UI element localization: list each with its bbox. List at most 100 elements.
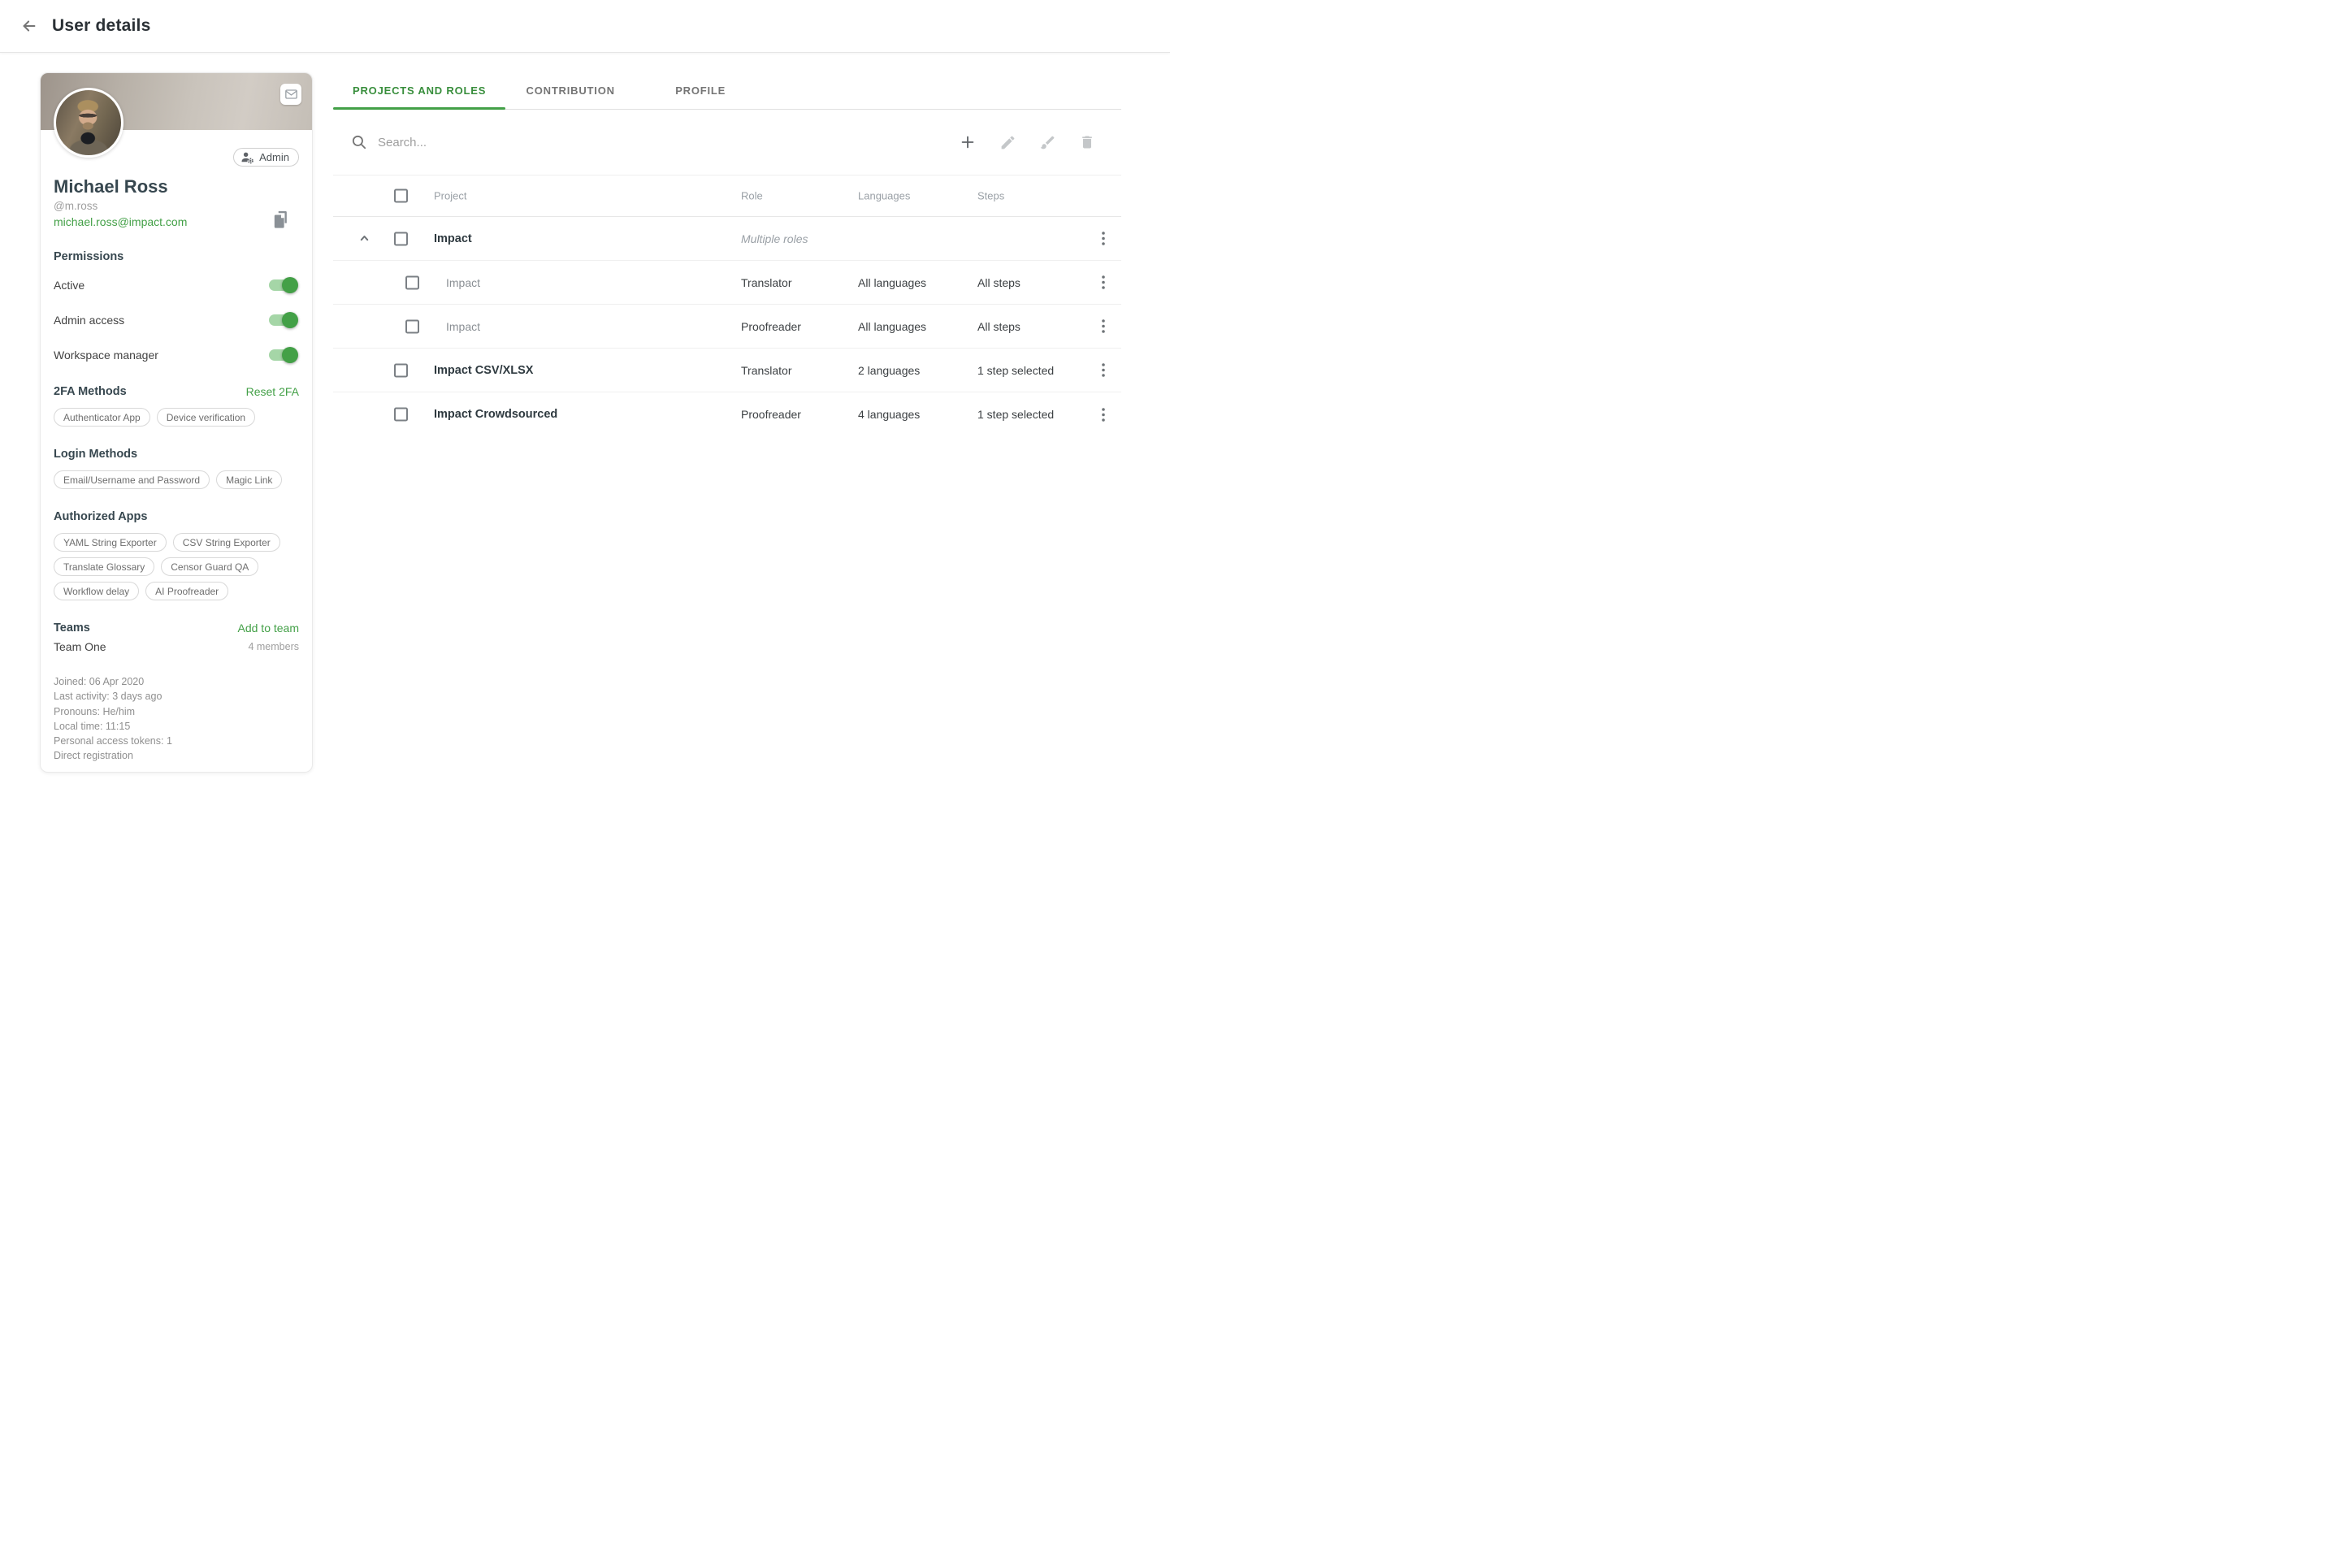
- workspace-manager-toggle[interactable]: [269, 349, 297, 361]
- collapse-row-button[interactable]: [355, 230, 373, 248]
- user-email-link[interactable]: michael.ross@impact.com: [54, 215, 187, 228]
- languages-value: 4 languages: [858, 408, 920, 421]
- copy-email-button[interactable]: [271, 210, 290, 229]
- table-row-impact-csv-xlsx: Impact CSV/XLSX Translator 2 languages 1…: [333, 349, 1121, 392]
- admin-badge-label: Admin: [259, 151, 289, 163]
- languages-value: All languages: [858, 320, 926, 333]
- column-header-steps: Steps: [977, 190, 1004, 202]
- copy-icon: [273, 210, 288, 228]
- teams-heading: Teams: [54, 622, 90, 635]
- table-row-group-impact: Impact Multiple roles: [333, 217, 1121, 261]
- steps-value: 1 step selected: [977, 364, 1054, 377]
- arrow-left-icon: [20, 17, 38, 35]
- table-header-row: Project Role Languages Steps: [333, 175, 1121, 217]
- permission-label: Workspace manager: [54, 349, 158, 362]
- authorized-app-chip: AI Proofreader: [145, 582, 228, 600]
- steps-value: All steps: [977, 276, 1020, 289]
- tab-contribution[interactable]: CONTRIBUTION: [505, 72, 635, 109]
- role-value: Multiple roles: [741, 232, 808, 245]
- twofa-method-chip: Device verification: [157, 408, 255, 427]
- languages-value: All languages: [858, 276, 926, 289]
- kebab-icon: [1102, 408, 1105, 422]
- kebab-icon: [1102, 275, 1105, 289]
- top-bar: User details: [0, 0, 1170, 53]
- page-title: User details: [52, 16, 150, 36]
- kebab-icon: [1102, 232, 1105, 245]
- row-menu-button[interactable]: [1094, 361, 1113, 380]
- projects-panel: PROJECTS AND ROLES CONTRIBUTION PROFILE: [333, 72, 1121, 436]
- row-checkbox[interactable]: [394, 232, 408, 245]
- row-checkbox[interactable]: [394, 363, 408, 377]
- role-value: Translator: [741, 364, 792, 377]
- toggle-knob: [282, 277, 298, 293]
- send-email-button[interactable]: [280, 84, 301, 105]
- row-menu-button[interactable]: [1094, 317, 1113, 336]
- edit-button[interactable]: [998, 132, 1017, 152]
- reset-2fa-link[interactable]: Reset 2FA: [246, 385, 299, 398]
- authorized-app-chip: Censor Guard QA: [161, 557, 258, 576]
- row-menu-button[interactable]: [1094, 405, 1113, 424]
- authorized-apps-heading: Authorized Apps: [54, 510, 299, 523]
- user-details-page: User details Admin Michael R: [0, 0, 1170, 784]
- table-row-impact-crowdsourced: Impact Crowdsourced Proofreader 4 langua…: [333, 392, 1121, 436]
- search-input[interactable]: [378, 136, 784, 149]
- meta-local-time: Local time: 11:15: [54, 719, 299, 734]
- login-method-chip: Email/Username and Password: [54, 470, 210, 489]
- row-checkbox[interactable]: [394, 408, 408, 422]
- meta-last-activity: Last activity: 3 days ago: [54, 689, 299, 704]
- authorized-app-chip: YAML String Exporter: [54, 533, 167, 552]
- permission-label: Active: [54, 279, 84, 292]
- authorized-app-chip: Translate Glossary: [54, 557, 154, 576]
- select-all-checkbox[interactable]: [394, 189, 408, 203]
- team-name: Team One: [54, 640, 106, 653]
- steps-value: 1 step selected: [977, 408, 1054, 421]
- tab-profile[interactable]: PROFILE: [635, 72, 765, 109]
- cleanup-button[interactable]: [1038, 132, 1057, 152]
- meta-registration: Direct registration: [54, 748, 299, 763]
- user-name: Michael Ross: [54, 176, 299, 197]
- authorized-app-chips: YAML String Exporter CSV String Exporter…: [54, 533, 299, 600]
- meta-joined: Joined: 06 Apr 2020: [54, 674, 299, 689]
- broom-icon: [1039, 134, 1056, 151]
- user-handle: @m.ross: [54, 200, 299, 212]
- project-name: Impact: [434, 232, 472, 245]
- column-header-languages: Languages: [858, 190, 910, 202]
- avatar: [54, 88, 124, 158]
- table-toolbar: [333, 110, 1121, 175]
- tab-projects-and-roles[interactable]: PROJECTS AND ROLES: [333, 72, 505, 109]
- team-row: Team One 4 members: [54, 640, 299, 653]
- project-name: Impact Crowdsourced: [434, 408, 557, 421]
- authorized-app-chip: CSV String Exporter: [173, 533, 280, 552]
- add-to-team-link[interactable]: Add to team: [238, 622, 300, 635]
- row-menu-button[interactable]: [1094, 273, 1113, 292]
- add-button[interactable]: [958, 132, 977, 152]
- admin-access-toggle[interactable]: [269, 314, 297, 326]
- admin-role-badge: Admin: [233, 148, 299, 167]
- meta-access-tokens: Personal access tokens: 1: [54, 734, 299, 748]
- role-value: Proofreader: [741, 408, 801, 421]
- active-toggle[interactable]: [269, 279, 297, 291]
- user-meta: Joined: 06 Apr 2020 Last activity: 3 day…: [54, 674, 299, 764]
- row-checkbox[interactable]: [405, 319, 419, 333]
- meta-pronouns: Pronouns: He/him: [54, 704, 299, 719]
- pencil-icon: [999, 134, 1016, 151]
- column-header-role: Role: [741, 190, 763, 202]
- languages-value: 2 languages: [858, 364, 920, 377]
- login-methods-heading: Login Methods: [54, 448, 299, 461]
- steps-value: All steps: [977, 320, 1020, 333]
- kebab-icon: [1102, 363, 1105, 377]
- search-icon: [351, 134, 367, 150]
- authorized-app-chip: Workflow delay: [54, 582, 139, 600]
- row-checkbox[interactable]: [405, 275, 419, 289]
- permission-row-workspace-manager: Workspace manager: [54, 341, 299, 368]
- table-row-impact-proofreader: Impact Proofreader All languages All ste…: [333, 305, 1121, 349]
- back-button[interactable]: [15, 11, 44, 41]
- row-menu-button[interactable]: [1094, 229, 1113, 249]
- permission-row-admin-access: Admin access: [54, 306, 299, 333]
- delete-button[interactable]: [1077, 132, 1097, 152]
- envelope-icon: [285, 89, 297, 99]
- permissions-heading: Permissions: [54, 250, 299, 263]
- team-members-count: 4 members: [248, 641, 299, 652]
- user-card: Admin Michael Ross @m.ross michael.ross@…: [40, 72, 313, 773]
- tab-bar: PROJECTS AND ROLES CONTRIBUTION PROFILE: [333, 72, 1121, 110]
